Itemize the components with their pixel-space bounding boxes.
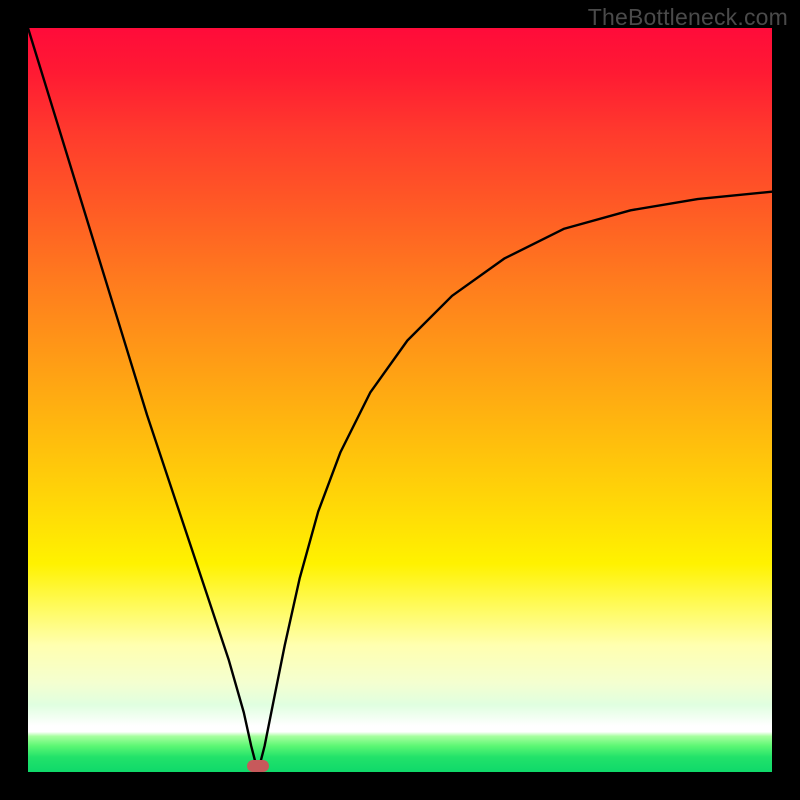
bottleneck-curve (28, 28, 772, 772)
chart-frame: TheBottleneck.com (0, 0, 800, 800)
optimal-marker-icon (247, 760, 269, 772)
watermark-text: TheBottleneck.com (588, 4, 788, 31)
plot-area (28, 28, 772, 772)
curve-path (28, 28, 772, 772)
